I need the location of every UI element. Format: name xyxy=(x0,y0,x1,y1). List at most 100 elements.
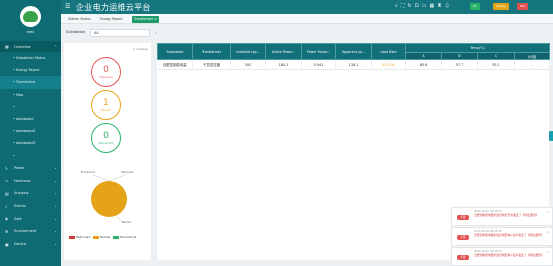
tab-energy-report[interactable]: Energy Report xyxy=(98,16,125,23)
sidebar-item-label: Events xyxy=(14,204,26,209)
sidebar-item-environment[interactable]: ❦ Environment ⌄ xyxy=(0,225,61,238)
col-active-power[interactable]: Active Power... xyxy=(265,43,302,60)
sidebar-item-overview[interactable]: ▦ Overview ⌃ xyxy=(0,41,61,52)
normal-stat: 1 Normal xyxy=(91,90,121,120)
notification-message: 合肥控制能电量的温控制方开关发生了【所在遭到】 xyxy=(474,213,539,217)
leaf-icon: ❦ xyxy=(5,228,9,234)
substation-select-value: All xyxy=(94,30,99,35)
chevron-down-icon: ⌄ xyxy=(54,166,57,171)
sidebar-item-transformer[interactable]: • Transformer xyxy=(0,76,61,89)
collapse-button[interactable]: ⊙ Collapse xyxy=(133,47,148,51)
cell-temp-c: 55.1 xyxy=(477,59,515,70)
col-installed-capacity[interactable]: Installed cap... xyxy=(230,43,266,60)
grid-icon[interactable]: ▦ xyxy=(429,3,434,9)
logo xyxy=(20,6,41,27)
page-title: 企业电力运维云平台 xyxy=(76,3,151,12)
notification-stack: 告警 2021-09-10 09:45:56 合肥控制能电量的温控制方开关发生了… xyxy=(451,207,553,266)
col-temp-c[interactable]: C xyxy=(477,52,515,60)
legend-economical[interactable]: Economical xyxy=(113,235,136,239)
economical-stat: 0 Economical xyxy=(91,123,121,153)
search-icon[interactable]: ⌕ xyxy=(155,30,157,36)
tab-transformer[interactable]: Transformer × xyxy=(132,15,159,23)
sidebar-item-blank[interactable]: • xyxy=(0,101,61,113)
sidebar-item-substation-status[interactable]: • Substation Status xyxy=(0,52,61,64)
wave-icon: ∿ xyxy=(5,178,9,184)
grid-icon: ▦ xyxy=(5,44,9,49)
sidebar-item-harmonic[interactable]: ∿ Harmonic ⌄ xyxy=(0,174,61,187)
close-icon[interactable]: × xyxy=(546,250,549,254)
notification-message: 合肥控制能电量的温控制配电+接声发生了【所在遭到】 xyxy=(474,232,544,237)
sidebar-item-label: Safe xyxy=(14,216,22,221)
chevron-up-icon: ⌃ xyxy=(54,44,57,49)
col-temp-group: Temp(℃) xyxy=(405,43,550,53)
sidebar-item-safe[interactable]: ◈ Safe ⌄ xyxy=(0,212,61,225)
high-load-label: High Load xyxy=(99,75,113,79)
col-substation[interactable]: Substation xyxy=(157,43,193,60)
exit-button[interactable]: Exit xyxy=(517,3,529,10)
cell-temp-b: 57.7 xyxy=(441,59,478,70)
load-summary-panel: ⊙ Collapse 0 High Load 1 Normal 0 Econom… xyxy=(64,43,151,260)
economical-label: Economical xyxy=(98,141,114,145)
pie-label-normal: Normal xyxy=(122,221,131,224)
toolbar-icons: ⌕ ⛶ ↻ ⊡ ▭ ▦ ♜ ♫ xyxy=(395,3,449,9)
sidebar-item-analysis[interactable]: ▤ Analysis ⌄ xyxy=(0,187,61,200)
sidebar-item-dashboard3[interactable]: • dashboard3 xyxy=(0,137,61,149)
filter-bar: Substation All ⌕ xyxy=(61,27,553,39)
cell-substation: 合肥控制能电量 xyxy=(157,59,193,70)
alarm-badge: 告警 xyxy=(457,254,469,260)
sidebar-item-dashboard[interactable]: • dashboard xyxy=(0,113,61,125)
substation-select[interactable]: All ⌕ xyxy=(90,28,157,37)
close-icon[interactable]: × xyxy=(546,230,549,234)
col-power-factor[interactable]: Power Factor... xyxy=(301,43,336,60)
chevron-down-icon: ⌄ xyxy=(54,216,57,221)
load-pie-chart: Economical High Load Normal xyxy=(79,171,139,231)
sidebar-item-blank-2[interactable]: • xyxy=(0,150,61,162)
device-icon: ▣ xyxy=(5,241,9,247)
lock-icon[interactable]: ⊡ xyxy=(415,3,419,9)
sidebar-item-label: Overview xyxy=(14,44,31,49)
notification-toast[interactable]: 告警 2021-09-10 09:45:56 合肥控制能电量的温控制配电+接声发… xyxy=(451,246,553,266)
sidebar-item-map[interactable]: • Map xyxy=(0,89,61,101)
high-load-stat: 0 High Load xyxy=(91,57,121,87)
high-load-count: 0 xyxy=(103,64,109,75)
notification-toast[interactable]: 告警 2021-09-10 09:45:56 合肥控制能电量的温控制配电+接声发… xyxy=(451,226,553,246)
legend-normal[interactable]: Normal xyxy=(93,235,110,239)
sidebar-item-energy-report[interactable]: • Energy Report xyxy=(0,64,61,76)
sidebar-item-device[interactable]: ▣ Device ⌄ xyxy=(0,238,61,251)
cell-temp-n: - xyxy=(514,59,550,70)
bell-icon[interactable]: ♫ xyxy=(445,3,449,9)
table-row[interactable]: 合肥控制能电量 干变变压器 50C 180.1 0.941 136.1 51.0… xyxy=(157,59,550,70)
economical-count: 0 xyxy=(103,130,109,141)
col-temp-a[interactable]: A xyxy=(405,52,442,60)
tab-station-status[interactable]: Station Status xyxy=(66,16,93,23)
legend-high-load[interactable]: High Load xyxy=(69,235,90,239)
cell-active-power: 180.1 xyxy=(265,59,302,70)
chat-icon[interactable]: ▭ xyxy=(422,3,427,9)
fullscreen-icon[interactable]: ⛶ xyxy=(401,3,405,9)
col-transformer[interactable]: Transformer xyxy=(192,43,231,60)
notification-toast[interactable]: 告警 2021-09-10 09:45:56 合肥控制能电量的温控制方开关发生了… xyxy=(451,207,553,226)
cell-transformer: 干变变压器 xyxy=(192,59,231,70)
shirt-icon[interactable]: ♜ xyxy=(437,3,441,9)
col-temp-n[interactable]: (N)值 xyxy=(514,52,550,60)
sidebar-item-events[interactable]: ♪ Events ⌄ xyxy=(0,200,61,213)
language-button[interactable]: Zh xyxy=(470,3,480,10)
shield-icon: ◈ xyxy=(5,216,9,222)
menu-icon[interactable]: ☰ xyxy=(65,3,70,10)
col-apparent-power[interactable]: Apparent po... xyxy=(335,43,372,60)
sidebar-item-dashboard2[interactable]: • dashboard2 xyxy=(0,125,61,137)
sidebar-item-label: Environment xyxy=(14,229,37,234)
search-icon[interactable]: ⌕ xyxy=(395,3,398,9)
sidebar-item-power[interactable]: ϟ Power ⌄ xyxy=(0,162,61,175)
tab-bar: Station Status Energy Report Transformer… xyxy=(61,14,553,24)
substation-label: Substation xyxy=(66,30,86,34)
pie-slice-normal[interactable] xyxy=(91,181,127,217)
refresh-icon[interactable]: ↻ xyxy=(407,3,411,9)
setting-button[interactable]: Setting xyxy=(493,3,510,10)
close-icon[interactable]: × xyxy=(546,210,549,214)
normal-count: 1 xyxy=(103,97,109,108)
side-drawer-handle[interactable] xyxy=(549,131,553,141)
chevron-down-icon: ⌄ xyxy=(54,191,57,196)
col-load-rate[interactable]: Load Rate xyxy=(371,43,406,60)
col-temp-b[interactable]: B xyxy=(441,52,478,60)
